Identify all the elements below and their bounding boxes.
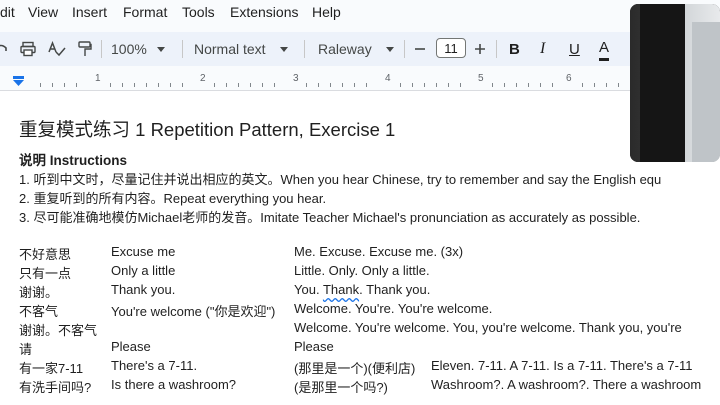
indent-marker-icon[interactable] — [13, 76, 24, 86]
chevron-down-icon — [385, 46, 394, 52]
ruler-label: 5 — [478, 73, 484, 84]
zoom-select[interactable]: 100% — [111, 32, 165, 66]
english-phrase: Excuse me — [111, 244, 176, 259]
ruler: 1 2 3 4 5 6 — [0, 70, 720, 91]
ruler-label: 4 — [385, 73, 391, 84]
chinese-gloss: (是那里一个吗?) — [294, 380, 388, 395]
spellcheck-icon[interactable] — [48, 32, 66, 66]
instruction-line: 3. 尽可能准确地模仿Michael老师的发音。Imitate Teacher … — [19, 210, 641, 225]
italic-button[interactable]: I — [540, 32, 545, 66]
menu-help[interactable]: Help — [312, 4, 341, 20]
ruler-label: 2 — [200, 73, 206, 84]
chevron-down-icon — [279, 46, 288, 52]
chinese-phrase: 不客气 — [19, 304, 59, 319]
instruction-line: 2. 重复听到的所有内容。Repeat everything you hear. — [19, 191, 327, 206]
webcam-overlay — [630, 4, 720, 162]
ruler-label: 3 — [293, 73, 299, 84]
document-title: 重复模式练习 1 Repetition Pattern, Exercise 1 — [19, 119, 396, 140]
chevron-down-icon — [156, 46, 165, 52]
repetition-text: Welcome. You're welcome. You, you're wel… — [294, 320, 682, 335]
chinese-phrase: 有洗手间吗? — [19, 380, 92, 395]
menu-bar: dit View Insert Format Tools Extensions … — [0, 0, 720, 26]
font-family-value: Raleway — [318, 41, 372, 57]
repetition-part: You. — [294, 282, 323, 297]
repetition-text: You. Thank. Thank you. — [294, 282, 430, 297]
chinese-phrase: 有一家7-11 — [19, 361, 84, 376]
undo-icon[interactable] — [0, 32, 8, 66]
english-phrase: Please — [111, 339, 151, 354]
menu-edit[interactable]: dit — [0, 4, 15, 20]
chinese-phrase: 只有一点 — [19, 266, 72, 281]
chinese-phrase: 不好意思 — [19, 247, 72, 262]
english-phrase: You're welcome ("你是欢迎") — [111, 304, 276, 319]
repetition-text: Little. Only. Only a little. — [294, 263, 430, 278]
underline-button[interactable]: U — [569, 32, 580, 66]
english-phrase: Only a little — [111, 263, 176, 278]
menu-extensions[interactable]: Extensions — [230, 4, 298, 20]
repetition-text: Please — [294, 339, 334, 354]
repetition-part: . Thank you. — [359, 282, 431, 297]
repetition-text: Me. Excuse. Excuse me. (3x) — [294, 244, 464, 259]
text-color-button[interactable]: A — [599, 36, 610, 61]
ruler-label: 6 — [566, 73, 572, 84]
english-phrase: Thank you. — [111, 282, 176, 297]
instructions-heading: 说明 Instructions — [19, 153, 128, 168]
english-phrase: There's a 7-11. — [111, 358, 198, 373]
repetition-text: Washroom?. A washroom?. There a washroom — [431, 377, 702, 392]
font-family-select[interactable]: Raleway — [318, 32, 394, 66]
menu-tools[interactable]: Tools — [182, 4, 215, 20]
paragraph-style-select[interactable]: Normal text — [194, 32, 288, 66]
bold-button[interactable]: B — [509, 32, 520, 66]
chinese-phrase: 谢谢。 — [19, 285, 59, 300]
menu-view[interactable]: View — [28, 4, 58, 20]
decrease-font-size-button[interactable] — [414, 32, 426, 66]
spellcheck-word[interactable]: Thank — [323, 282, 359, 297]
chinese-phrase: 请 — [19, 342, 33, 357]
chinese-gloss: (那里是一个)(便利店) — [294, 361, 416, 376]
increase-font-size-button[interactable] — [474, 32, 486, 66]
zoom-value: 100% — [111, 41, 147, 57]
menu-insert[interactable]: Insert — [72, 4, 107, 20]
repetition-text: Eleven. 7-11. A 7-11. Is a 7-11. There's… — [431, 358, 693, 373]
english-phrase: Is there a washroom? — [111, 377, 237, 392]
plus-icon — [475, 44, 485, 54]
ruler-label: 1 — [95, 73, 101, 84]
font-size-input[interactable]: 11 — [436, 38, 466, 58]
instruction-line: 1. 听到中文时，尽量记住并说出相应的英文。When you hear Chin… — [19, 172, 662, 187]
print-icon[interactable] — [20, 32, 36, 66]
minus-icon — [415, 48, 425, 50]
toolbar: 100% Normal text Raleway B I U A — [0, 32, 720, 66]
repetition-text: Welcome. You're. You're welcome. — [294, 301, 493, 316]
menu-format[interactable]: Format — [123, 4, 167, 20]
chinese-phrase: 谢谢。不客气 — [19, 323, 98, 338]
paint-format-icon[interactable] — [78, 32, 92, 66]
paragraph-style-value: Normal text — [194, 41, 266, 57]
